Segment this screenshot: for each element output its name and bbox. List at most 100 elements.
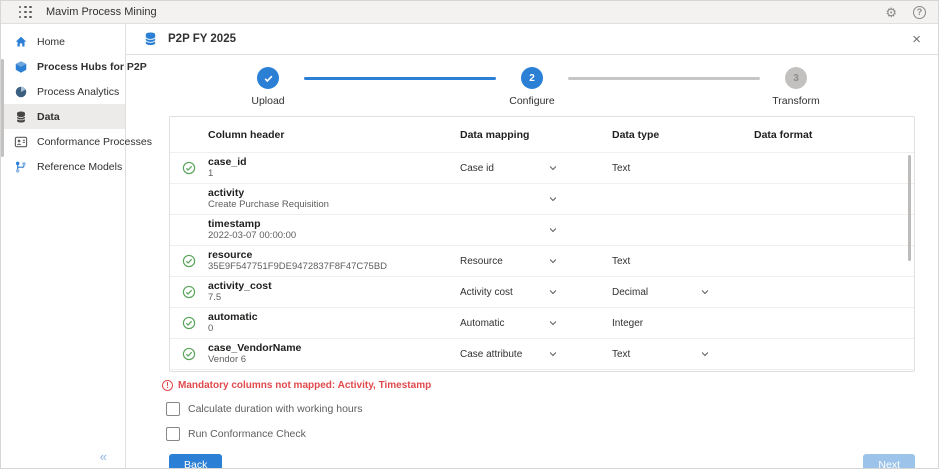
sidebar-item-process-analytics[interactable]: Process Analytics (1, 79, 125, 104)
step-label: Upload (251, 95, 284, 107)
back-button[interactable]: Back (169, 454, 222, 469)
sidebar-item-conformance-processes[interactable]: Conformance Processes (1, 129, 125, 154)
chevron-down-icon (548, 318, 558, 328)
column-sample-value: 1 (208, 168, 460, 180)
sidebar-item-label: Conformance Processes (37, 136, 152, 148)
data-mapping-select[interactable] (460, 225, 612, 235)
table-scrollbar[interactable] (908, 155, 911, 261)
data-mapping-select[interactable]: Case id (460, 163, 612, 174)
configure-content: Upload 2 Configure 3 Transform Column he… (126, 55, 938, 469)
app-title: Mavim Process Mining (46, 6, 157, 18)
data-type-select[interactable]: Text (612, 349, 754, 360)
chevron-down-icon (548, 256, 558, 266)
checkbox[interactable] (166, 427, 180, 441)
sidebar-item-label: Process Hubs for P2P (37, 61, 147, 73)
app-body: Home Process Hubs for P2P Process Analyt… (1, 24, 938, 469)
data-type-select[interactable]: Integer (612, 318, 754, 329)
data-mapping-value: Automatic (460, 318, 548, 329)
column-header-cell: automatic 0 (208, 311, 460, 335)
database-dark-icon (14, 110, 28, 124)
checkbox[interactable] (166, 402, 180, 416)
table-row: timestamp 2022-03-07 00:00:00 (170, 214, 914, 245)
sidebar-item-label: Data (37, 111, 60, 123)
wizard-stepper: Upload 2 Configure 3 Transform (232, 67, 832, 107)
sidebar-item-process-hubs-for-p2p[interactable]: Process Hubs for P2P (1, 54, 125, 79)
conformance-icon (14, 135, 28, 149)
data-mapping-select[interactable]: Case attribute (460, 349, 612, 360)
data-mapping-value: Activity cost (460, 287, 548, 298)
column-sample-value: 35E9F547751F9DE9472837F8F47C75BD (208, 261, 460, 273)
data-format-label: Data format (754, 129, 914, 141)
warning-text: Mandatory columns not mapped: Activity, … (178, 380, 431, 391)
settings-gear-icon[interactable]: ⚙ (885, 6, 897, 19)
table-row: activity_cost 7.5 Activity cost Decimal (170, 276, 914, 307)
table-header-row: Column header Data mapping Data type Dat… (170, 117, 914, 152)
database-icon (143, 31, 158, 47)
column-header-cell: case_id 1 (208, 156, 460, 180)
step-complete-check-icon (257, 67, 279, 89)
data-mapping-value: Resource (460, 256, 548, 267)
data-type-label: Data type (612, 129, 754, 141)
stepper-step-upload[interactable]: Upload (232, 67, 304, 107)
hierarchy-icon (14, 160, 28, 174)
column-sample-value: 2022-03-07 00:00:00 (208, 230, 460, 242)
table-row: case_VendorName Vendor 6 Case attribute … (170, 338, 914, 369)
step-label: Configure (509, 95, 555, 107)
data-mapping-select[interactable]: Activity cost (460, 287, 612, 298)
chevron-down-icon (548, 194, 558, 204)
mapped-check-icon (182, 192, 196, 206)
help-icon[interactable]: ? (913, 6, 926, 19)
chevron-down-icon (548, 163, 558, 173)
column-header-label: Column header (208, 129, 460, 141)
data-mapping-select[interactable] (460, 194, 612, 204)
sidebar-item-reference-models[interactable]: Reference Models (1, 154, 125, 179)
data-mapping-select[interactable]: Resource (460, 256, 612, 267)
column-mapping-table: Column header Data mapping Data type Dat… (169, 116, 915, 372)
mapped-check-icon (182, 161, 196, 175)
dataset-title: P2P FY 2025 (168, 33, 236, 45)
data-mapping-label: Data mapping (460, 129, 612, 141)
data-type-select[interactable]: Decimal (612, 287, 754, 298)
stepper-step-transform[interactable]: 3 Transform (760, 67, 832, 107)
column-name: automatic (208, 311, 460, 323)
option-calculate-duration-with-working-hours: Calculate duration with working hours (166, 402, 938, 416)
sidebar: Home Process Hubs for P2P Process Analyt… (1, 24, 126, 469)
sidebar-collapse-button[interactable]: « (100, 449, 107, 464)
stepper-connector (568, 77, 760, 80)
data-mapping-select[interactable]: Automatic (460, 318, 612, 329)
sidebar-item-data[interactable]: Data (1, 104, 125, 129)
mapped-check-icon (182, 316, 196, 330)
mapped-check-icon (182, 223, 196, 237)
main-panel: P2P FY 2025 × Upload 2 Configure 3 Trans… (126, 24, 938, 469)
waffle-menu-icon[interactable] (19, 6, 32, 19)
column-header-cell: timestamp 2022-03-07 00:00:00 (208, 218, 460, 242)
column-name: resource (208, 249, 460, 261)
dataset-header: P2P FY 2025 × (126, 24, 938, 55)
sidebar-scrollbar[interactable] (1, 59, 4, 157)
pie-chart-icon (14, 85, 28, 99)
stepper-step-configure[interactable]: 2 Configure (496, 67, 568, 107)
sidebar-item-home[interactable]: Home (1, 29, 125, 54)
data-type-select[interactable]: Text (612, 163, 754, 174)
wizard-actions: Back Next (169, 454, 915, 469)
column-name: case_VendorName (208, 342, 460, 354)
sidebar-item-label: Home (37, 36, 65, 48)
close-icon[interactable]: × (912, 32, 921, 47)
option-label: Run Conformance Check (188, 428, 306, 440)
error-circle-icon: ! (162, 380, 173, 391)
data-type-value: Text (612, 349, 700, 360)
validation-warning: ! Mandatory columns not mapped: Activity… (162, 380, 938, 391)
column-name: timestamp (208, 218, 460, 230)
data-type-value: Integer (612, 318, 700, 329)
column-header-cell: resource 35E9F547751F9DE9472837F8F47C75B… (208, 249, 460, 273)
chevron-down-icon (700, 287, 710, 297)
column-name: activity (208, 187, 460, 199)
sidebar-item-label: Process Analytics (37, 86, 119, 98)
mapped-check-icon (182, 254, 196, 268)
data-type-select[interactable]: Text (612, 256, 754, 267)
table-row: resource 35E9F547751F9DE9472837F8F47C75B… (170, 245, 914, 276)
next-button[interactable]: Next (863, 454, 915, 469)
chevron-down-icon (548, 287, 558, 297)
column-header-cell: case_VendorName Vendor 6 (208, 342, 460, 366)
mapped-check-icon (182, 347, 196, 361)
